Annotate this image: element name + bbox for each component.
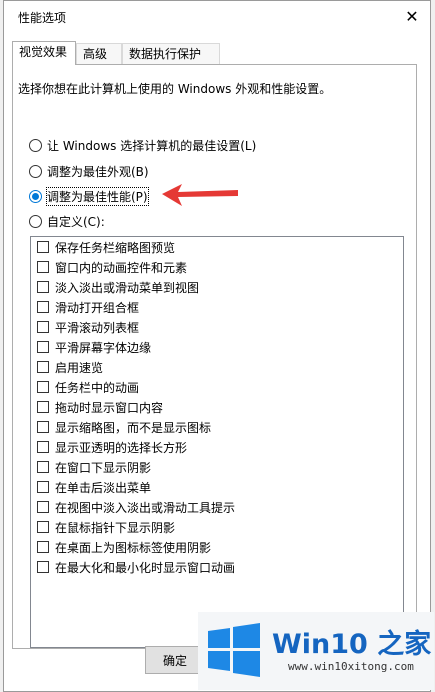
tab-label: 数据执行保护 bbox=[129, 47, 202, 61]
effect-label: 在桌面上为图标标签使用阴影 bbox=[55, 540, 212, 555]
tab-visual-effects[interactable]: 视觉效果 bbox=[12, 41, 76, 65]
effect-label: 在视图中淡入淡出或滑动工具提示 bbox=[55, 500, 236, 515]
effect-list-item[interactable]: 显示缩略图，而不是显示图标 bbox=[31, 417, 403, 437]
effect-checkbox[interactable] bbox=[37, 321, 49, 333]
radio-label: 调整为最佳性能(P) bbox=[46, 186, 149, 206]
effect-checkbox[interactable] bbox=[37, 401, 49, 413]
effect-list-item[interactable]: 平滑滚动列表框 bbox=[31, 317, 403, 337]
effect-list-item[interactable]: 在窗口下显示阴影 bbox=[31, 457, 403, 477]
windows-logo-icon bbox=[208, 623, 260, 677]
effect-label: 在窗口下显示阴影 bbox=[55, 460, 152, 475]
effect-checkbox[interactable] bbox=[37, 441, 49, 453]
effect-label: 显示亚透明的选择长方形 bbox=[55, 440, 188, 455]
effect-checkbox[interactable] bbox=[37, 521, 49, 533]
effect-checkbox[interactable] bbox=[37, 481, 49, 493]
effect-label: 保存任务栏缩略图预览 bbox=[55, 240, 176, 255]
effect-label: 淡入淡出或滑动菜单到视图 bbox=[55, 280, 200, 295]
effect-label: 滑动打开组合框 bbox=[55, 300, 140, 315]
effect-checkbox[interactable] bbox=[37, 561, 49, 573]
effect-list-item[interactable]: 在单击后淡出菜单 bbox=[31, 477, 403, 497]
tab-data-execution-prevention[interactable]: 数据执行保护 bbox=[122, 43, 220, 64]
effect-checkbox[interactable] bbox=[37, 501, 49, 513]
dialog-title: 性能选项 bbox=[18, 11, 67, 25]
tab-label: 高级 bbox=[83, 47, 108, 61]
effect-label: 启用速览 bbox=[55, 360, 104, 375]
watermark-banner: Win10 之家 www.win10xitong.com bbox=[198, 612, 434, 690]
radio-label: 让 Windows 选择计算机的最佳设置(L) bbox=[47, 138, 257, 153]
effect-list-item[interactable]: 滑动打开组合框 bbox=[31, 297, 403, 317]
radio-let-windows-choose[interactable]: 让 Windows 选择计算机的最佳设置(L) bbox=[29, 136, 256, 154]
effect-list-item[interactable]: 拖动时显示窗口内容 bbox=[31, 397, 403, 417]
effect-label: 显示缩略图，而不是显示图标 bbox=[55, 420, 212, 435]
effect-label: 平滑滚动列表框 bbox=[55, 320, 140, 335]
effect-list-item[interactable]: 在最大化和最小化时显示窗口动画 bbox=[31, 557, 403, 577]
effect-list-item[interactable]: 淡入淡出或滑动菜单到视图 bbox=[31, 277, 403, 297]
effect-list-item[interactable]: 窗口内的动画控件和元素 bbox=[31, 257, 403, 277]
effect-label: 任务栏中的动画 bbox=[55, 380, 140, 395]
effect-label: 在鼠标指针下显示阴影 bbox=[55, 520, 176, 535]
effect-list-item[interactable]: 显示亚透明的选择长方形 bbox=[31, 437, 403, 457]
effect-checkbox[interactable] bbox=[37, 241, 49, 253]
effect-list-item[interactable]: 在桌面上为图标标签使用阴影 bbox=[31, 537, 403, 557]
effect-checkbox[interactable] bbox=[37, 421, 49, 433]
effect-checkbox[interactable] bbox=[37, 341, 49, 353]
ok-button-label: 确定 bbox=[162, 653, 187, 668]
tab-advanced[interactable]: 高级 bbox=[76, 43, 122, 64]
watermark-brand: Win10 之家 bbox=[272, 629, 432, 660]
effect-checkbox[interactable] bbox=[37, 461, 49, 473]
radio-custom[interactable]: 自定义(C): bbox=[29, 212, 105, 230]
effect-list-item[interactable]: 启用速览 bbox=[31, 357, 403, 377]
effect-list-item[interactable]: 在视图中淡入淡出或滑动工具提示 bbox=[31, 497, 403, 517]
effect-checkbox[interactable] bbox=[37, 281, 49, 293]
effect-label: 在最大化和最小化时显示窗口动画 bbox=[55, 560, 236, 575]
visual-effects-list[interactable]: 保存任务栏缩略图预览 窗口内的动画控件和元素 淡入淡出或滑动菜单到视图 滑动打开组合框… bbox=[30, 236, 404, 648]
effect-label: 在单击后淡出菜单 bbox=[55, 480, 152, 495]
effect-label: 窗口内的动画控件和元素 bbox=[55, 260, 188, 275]
radio-button[interactable] bbox=[29, 214, 42, 228]
effect-checkbox[interactable] bbox=[37, 301, 49, 313]
tab-label: 视觉效果 bbox=[19, 45, 68, 59]
close-icon[interactable]: ✕ bbox=[400, 5, 424, 27]
watermark-url: www.win10xitong.com bbox=[288, 660, 414, 673]
effect-label: 拖动时显示窗口内容 bbox=[55, 400, 164, 415]
effect-checkbox[interactable] bbox=[37, 261, 49, 273]
radio-best-performance[interactable]: 调整为最佳性能(P) bbox=[29, 186, 149, 206]
effect-list-item[interactable]: 任务栏中的动画 bbox=[31, 377, 403, 397]
red-arrow-annotation-icon bbox=[162, 184, 238, 206]
radio-best-appearance[interactable]: 调整为最佳外观(B) bbox=[29, 162, 149, 180]
effect-checkbox[interactable] bbox=[37, 381, 49, 393]
radio-button[interactable] bbox=[29, 164, 42, 178]
effect-list-item[interactable]: 在鼠标指针下显示阴影 bbox=[31, 517, 403, 537]
ok-button[interactable]: 确定 bbox=[145, 646, 205, 674]
title-bar: 性能选项 ✕ bbox=[4, 1, 430, 31]
radio-label: 调整为最佳外观(B) bbox=[47, 164, 149, 179]
radio-button-selected[interactable] bbox=[29, 189, 42, 203]
effect-label: 平滑屏幕字体边缘 bbox=[55, 340, 152, 355]
radio-button[interactable] bbox=[29, 138, 42, 152]
effect-list-item[interactable]: 平滑屏幕字体边缘 bbox=[31, 337, 403, 357]
radio-label: 自定义(C): bbox=[47, 214, 105, 229]
effect-checkbox[interactable] bbox=[37, 541, 49, 553]
effect-checkbox[interactable] bbox=[37, 361, 49, 373]
effect-list-item[interactable]: 保存任务栏缩略图预览 bbox=[31, 237, 403, 257]
description-text: 选择你想在此计算机上使用的 Windows 外观和性能设置。 bbox=[18, 82, 332, 96]
